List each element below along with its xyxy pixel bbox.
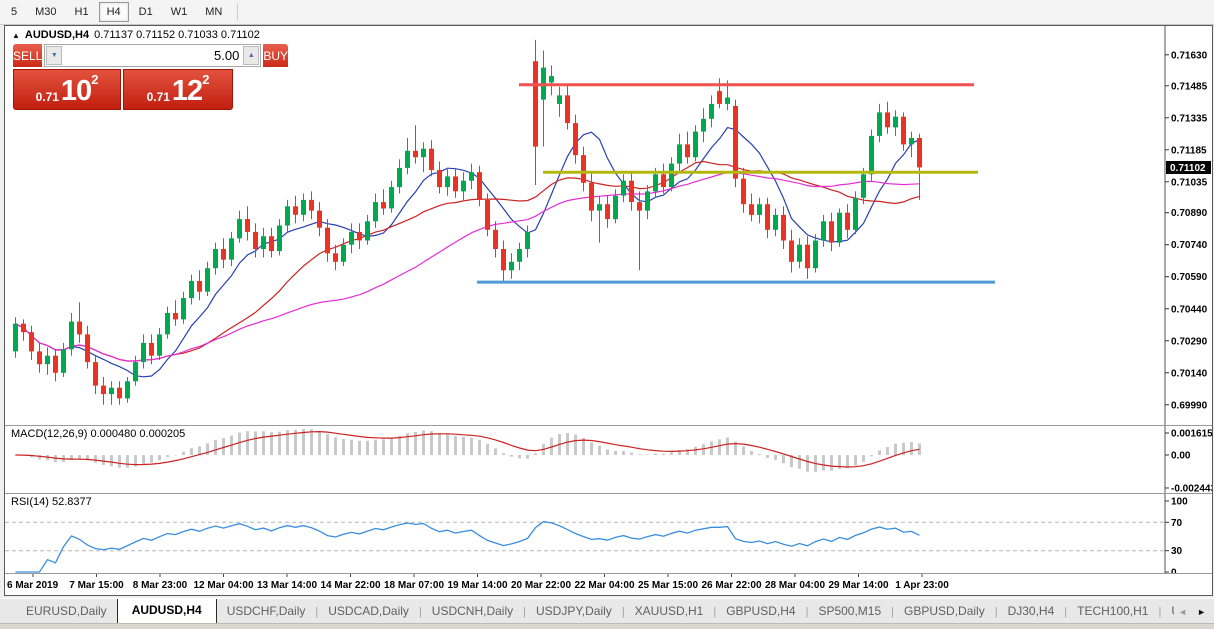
toolbar-separator <box>237 3 238 21</box>
svg-text:0.71485: 0.71485 <box>1171 81 1208 92</box>
timeframe-toolbar: 5M30H1H4D1W1MN <box>0 0 1214 25</box>
svg-text:30: 30 <box>1171 546 1183 557</box>
svg-text:1 Apr 23:00: 1 Apr 23:00 <box>895 580 949 591</box>
chart-window: 0.71630 0.71485 0.71335 0.71185 0.71035 0.708… <box>4 25 1213 596</box>
tabs-scroll-left-icon[interactable]: ◄ <box>1178 607 1187 617</box>
volume-increase-icon[interactable]: ▲ <box>243 46 259 65</box>
svg-text:28 Mar 04:00: 28 Mar 04:00 <box>765 580 825 591</box>
chart-ohlc-values: 0.71137 0.71152 0.71033 0.71102 <box>94 29 260 41</box>
timeframe-button-h4[interactable]: H4 <box>99 2 129 22</box>
rsi-canvas: 10070300 <box>5 494 1212 574</box>
svg-text:0.70740: 0.70740 <box>1171 240 1208 251</box>
svg-text:0.00: 0.00 <box>1171 451 1191 462</box>
chart-tab-sp500-m15[interactable]: SP500,M15 <box>808 600 891 623</box>
chart-tab-usdcnh-daily[interactable]: USDCNH,Daily <box>422 600 523 623</box>
svg-text:0.71630: 0.71630 <box>1171 50 1208 61</box>
timeframe-button-5[interactable]: 5 <box>3 2 25 22</box>
status-strip <box>0 623 1214 629</box>
svg-text:0.71102: 0.71102 <box>1170 163 1206 174</box>
svg-text:100: 100 <box>1171 497 1188 508</box>
svg-text:0.001615: 0.001615 <box>1171 429 1212 440</box>
timeframe-button-d1[interactable]: D1 <box>131 2 161 22</box>
bid-price-prefix: 0.71 <box>36 88 59 106</box>
svg-text:0.70140: 0.70140 <box>1171 368 1208 379</box>
volume-input[interactable] <box>63 45 242 66</box>
chart-tab-tech100-h1[interactable]: TECH100,H1 <box>1067 600 1158 623</box>
chart-tab-audusd-h4[interactable]: AUDUSD,H4 <box>117 598 217 623</box>
date-axis: 6 Mar 2019 7 Mar 15:00 8 Mar 23:00 12 Mar 0… <box>5 573 1212 594</box>
svg-text:13 Mar 14:00: 13 Mar 14:00 <box>257 580 317 591</box>
svg-text:70: 70 <box>1171 518 1183 529</box>
svg-text:0.70590: 0.70590 <box>1171 272 1208 283</box>
sell-button[interactable]: SELL <box>13 44 42 67</box>
chart-tab-bar: EURUSD,DailyAUDUSD,H4USDCHF,Daily|USDCAD… <box>0 598 1214 623</box>
svg-text:12 Mar 04:00: 12 Mar 04:00 <box>193 580 253 591</box>
chart-tab-gbpusd-h4[interactable]: GBPUSD,H4 <box>716 600 805 623</box>
svg-text:20 Mar 22:00: 20 Mar 22:00 <box>511 580 571 591</box>
rsi-panel[interactable]: 10070300 RSI(14) 52.8377 <box>5 493 1212 573</box>
chart-symbol-title: AUDUSD,H4 <box>25 29 89 41</box>
bid-price-pip: 2 <box>91 72 98 87</box>
timeframe-button-m30[interactable]: M30 <box>27 2 64 22</box>
svg-text:25 Mar 15:00: 25 Mar 15:00 <box>638 580 698 591</box>
svg-text:8 Mar 23:00: 8 Mar 23:00 <box>133 580 188 591</box>
price-panel[interactable]: 0.71630 0.71485 0.71335 0.71185 0.71035 0.708… <box>5 26 1212 425</box>
chart-tab-dj30-h4[interactable]: DJ30,H4 <box>998 600 1065 623</box>
svg-text:26 Mar 22:00: 26 Mar 22:00 <box>701 580 761 591</box>
collapse-trade-panel-icon[interactable]: ▲ <box>12 31 20 40</box>
ask-price-pip: 2 <box>202 72 209 87</box>
svg-text:0.69990: 0.69990 <box>1171 400 1208 411</box>
chart-tab-gbpusd-daily[interactable]: GBPUSD,Daily <box>894 600 995 623</box>
timeframe-button-w1[interactable]: W1 <box>163 2 196 22</box>
chart-tab-eurusd-daily[interactable]: EURUSD,Daily <box>16 600 117 623</box>
chart-tab-ukc[interactable]: UKC <box>1161 600 1174 623</box>
svg-text:22 Mar 04:00: 22 Mar 04:00 <box>574 580 634 591</box>
ask-quote-button[interactable]: 0.71 12 2 <box>123 69 233 110</box>
svg-text:0.70890: 0.70890 <box>1171 208 1208 219</box>
buy-button[interactable]: BUY <box>263 44 288 67</box>
timeframe-button-mn[interactable]: MN <box>197 2 230 22</box>
svg-text:0.70290: 0.70290 <box>1171 336 1208 347</box>
chart-tab-xauusd-h1[interactable]: XAUUSD,H1 <box>625 600 714 623</box>
chart-header: ▲ AUDUSD,H4 0.71137 0.71152 0.71033 0.71… <box>12 29 260 41</box>
svg-text:0.71035: 0.71035 <box>1171 177 1208 188</box>
volume-decrease-icon[interactable]: ▼ <box>46 46 62 65</box>
ask-price-prefix: 0.71 <box>147 88 170 106</box>
tabs-scroll-right-icon[interactable]: ► <box>1197 607 1206 617</box>
svg-text:0.71185: 0.71185 <box>1171 145 1207 156</box>
svg-text:18 Mar 07:00: 18 Mar 07:00 <box>384 580 444 591</box>
macd-indicator-label: MACD(12,26,9) 0.000480 0.000205 <box>11 428 185 440</box>
rsi-indicator-label: RSI(14) 52.8377 <box>11 496 92 508</box>
ask-price-big: 12 <box>172 77 202 106</box>
macd-panel[interactable]: 0.0016150.00-0.002443 MACD(12,26,9) 0.00… <box>5 425 1212 493</box>
one-click-trade-panel: SELL ▼ ▲ BUY 0.71 10 2 0.71 12 2 <box>13 44 233 110</box>
volume-spinner: ▼ ▲ <box>44 44 261 67</box>
macd-canvas: 0.0016150.00-0.002443 <box>5 426 1212 494</box>
svg-text:19 Mar 14:00: 19 Mar 14:00 <box>447 580 507 591</box>
bid-price-big: 10 <box>61 77 91 106</box>
chart-tab-usdcad-daily[interactable]: USDCAD,Daily <box>318 600 419 623</box>
timeframe-button-h1[interactable]: H1 <box>67 2 97 22</box>
date-axis-canvas: 6 Mar 2019 7 Mar 15:00 8 Mar 23:00 12 Mar 0… <box>5 574 1212 595</box>
svg-text:6 Mar 2019: 6 Mar 2019 <box>7 580 59 591</box>
chart-tab-usdchf-daily[interactable]: USDCHF,Daily <box>217 600 316 623</box>
svg-text:14 Mar 22:00: 14 Mar 22:00 <box>320 580 380 591</box>
svg-text:7 Mar 15:00: 7 Mar 15:00 <box>69 580 124 591</box>
chart-tab-usdjpy-daily[interactable]: USDJPY,Daily <box>526 600 622 623</box>
svg-text:0.70440: 0.70440 <box>1171 304 1208 315</box>
bid-quote-button[interactable]: 0.71 10 2 <box>13 69 121 110</box>
svg-text:29 Mar 14:00: 29 Mar 14:00 <box>828 580 888 591</box>
svg-text:0.71335: 0.71335 <box>1171 113 1208 124</box>
